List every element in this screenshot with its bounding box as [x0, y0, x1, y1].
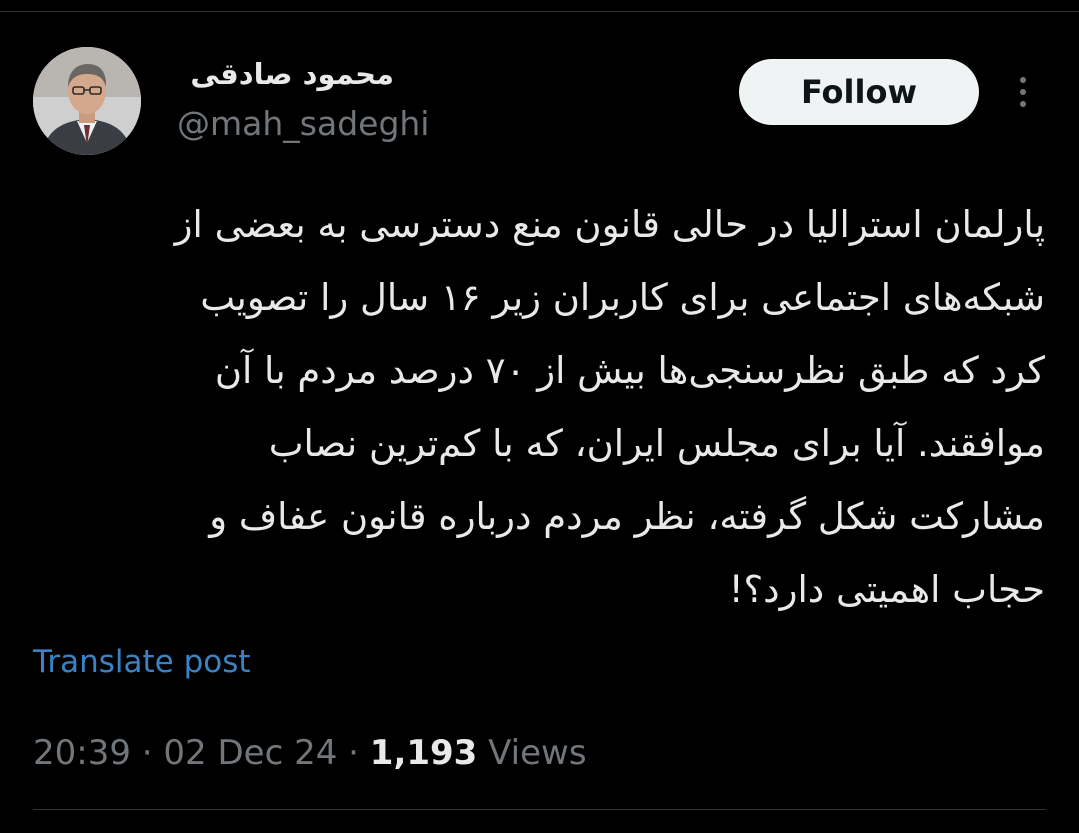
more-options-button[interactable]: [1008, 70, 1038, 114]
more-vertical-icon-dot: [1020, 89, 1026, 95]
user-handle[interactable]: @mah_sadeghi: [177, 104, 429, 144]
views-count[interactable]: 1,193: [370, 733, 478, 773]
post-text: پارلمان استرالیا در حالی قانون منع دسترس…: [30, 188, 1045, 626]
display-name[interactable]: محمود صادقی: [190, 56, 394, 92]
translate-post-link[interactable]: Translate post: [33, 642, 251, 682]
post-time[interactable]: 20:39: [33, 733, 131, 773]
more-vertical-icon-dot: [1020, 101, 1026, 107]
post-text-line: کرد که طبق نظرسنجی‌ها بیش از ۷۰ درصد مرد…: [214, 349, 1045, 392]
post-text-line: موافقند. آیا برای مجلس ایران، که با کم‌ت…: [268, 422, 1045, 465]
meta-separator: ·: [141, 733, 153, 773]
views-label: Views: [488, 733, 587, 773]
profile-photo-icon: [33, 47, 141, 155]
top-divider: [0, 11, 1079, 12]
post-text-line: مشارکت شکل گرفته، نظر مردم درباره قانون …: [209, 495, 1045, 538]
post-text-line: حجاب اهمیتی دارد؟!: [728, 568, 1045, 611]
post-text-line: شبکه‌های اجتماعی برای کاربران زیر ۱۶ سال…: [200, 276, 1045, 319]
post-text-line: پارلمان استرالیا در حالی قانون منع دسترس…: [174, 203, 1045, 246]
post-meta: 20:39 · 02 Dec 24 · 1,193 Views: [33, 731, 587, 775]
more-vertical-icon: [1020, 77, 1026, 83]
bottom-divider: [33, 809, 1046, 810]
post-date[interactable]: 02 Dec 24: [163, 733, 337, 773]
meta-separator: ·: [348, 733, 359, 773]
follow-button[interactable]: Follow: [739, 59, 979, 125]
avatar[interactable]: [33, 47, 141, 155]
